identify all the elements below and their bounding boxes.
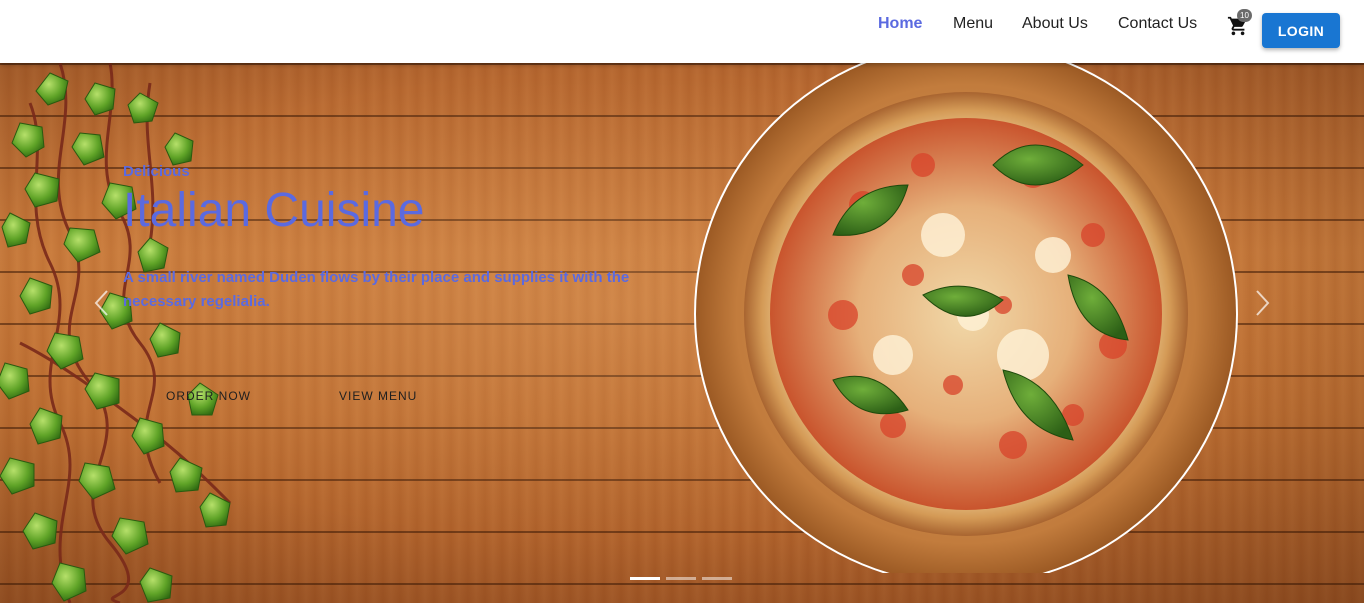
hero-carousel: Delicious Italian Cuisine A small river …: [0, 63, 1364, 603]
nav-home-link[interactable]: Home: [878, 15, 922, 33]
nav-about-link[interactable]: About Us: [1022, 15, 1088, 33]
order-now-button[interactable]: ORDER NOW: [166, 389, 251, 403]
cart-count-badge: 10: [1237, 9, 1252, 22]
hero-description: A small river named Duden flows by their…: [123, 269, 630, 310]
pizza-image: [694, 63, 1238, 573]
view-menu-button[interactable]: VIEW MENU: [339, 389, 417, 403]
chevron-right-icon[interactable]: [1252, 289, 1272, 317]
carousel-indicators: [630, 577, 732, 580]
carousel-indicator-3[interactable]: [702, 577, 732, 580]
hero-subtitle: Delicious: [123, 163, 190, 180]
chevron-left-icon[interactable]: [92, 289, 112, 317]
nav-menu-link[interactable]: Menu: [953, 15, 993, 33]
navbar: Home Menu About Us Contact Us 10 LOGIN: [0, 0, 1364, 63]
ivy-vine-decoration: [0, 63, 232, 603]
hero-title: Italian Cuisine: [123, 184, 425, 237]
nav-contact-link[interactable]: Contact Us: [1118, 15, 1197, 33]
login-button[interactable]: LOGIN: [1262, 13, 1340, 48]
carousel-indicator-1[interactable]: [630, 577, 660, 580]
carousel-indicator-2[interactable]: [666, 577, 696, 580]
